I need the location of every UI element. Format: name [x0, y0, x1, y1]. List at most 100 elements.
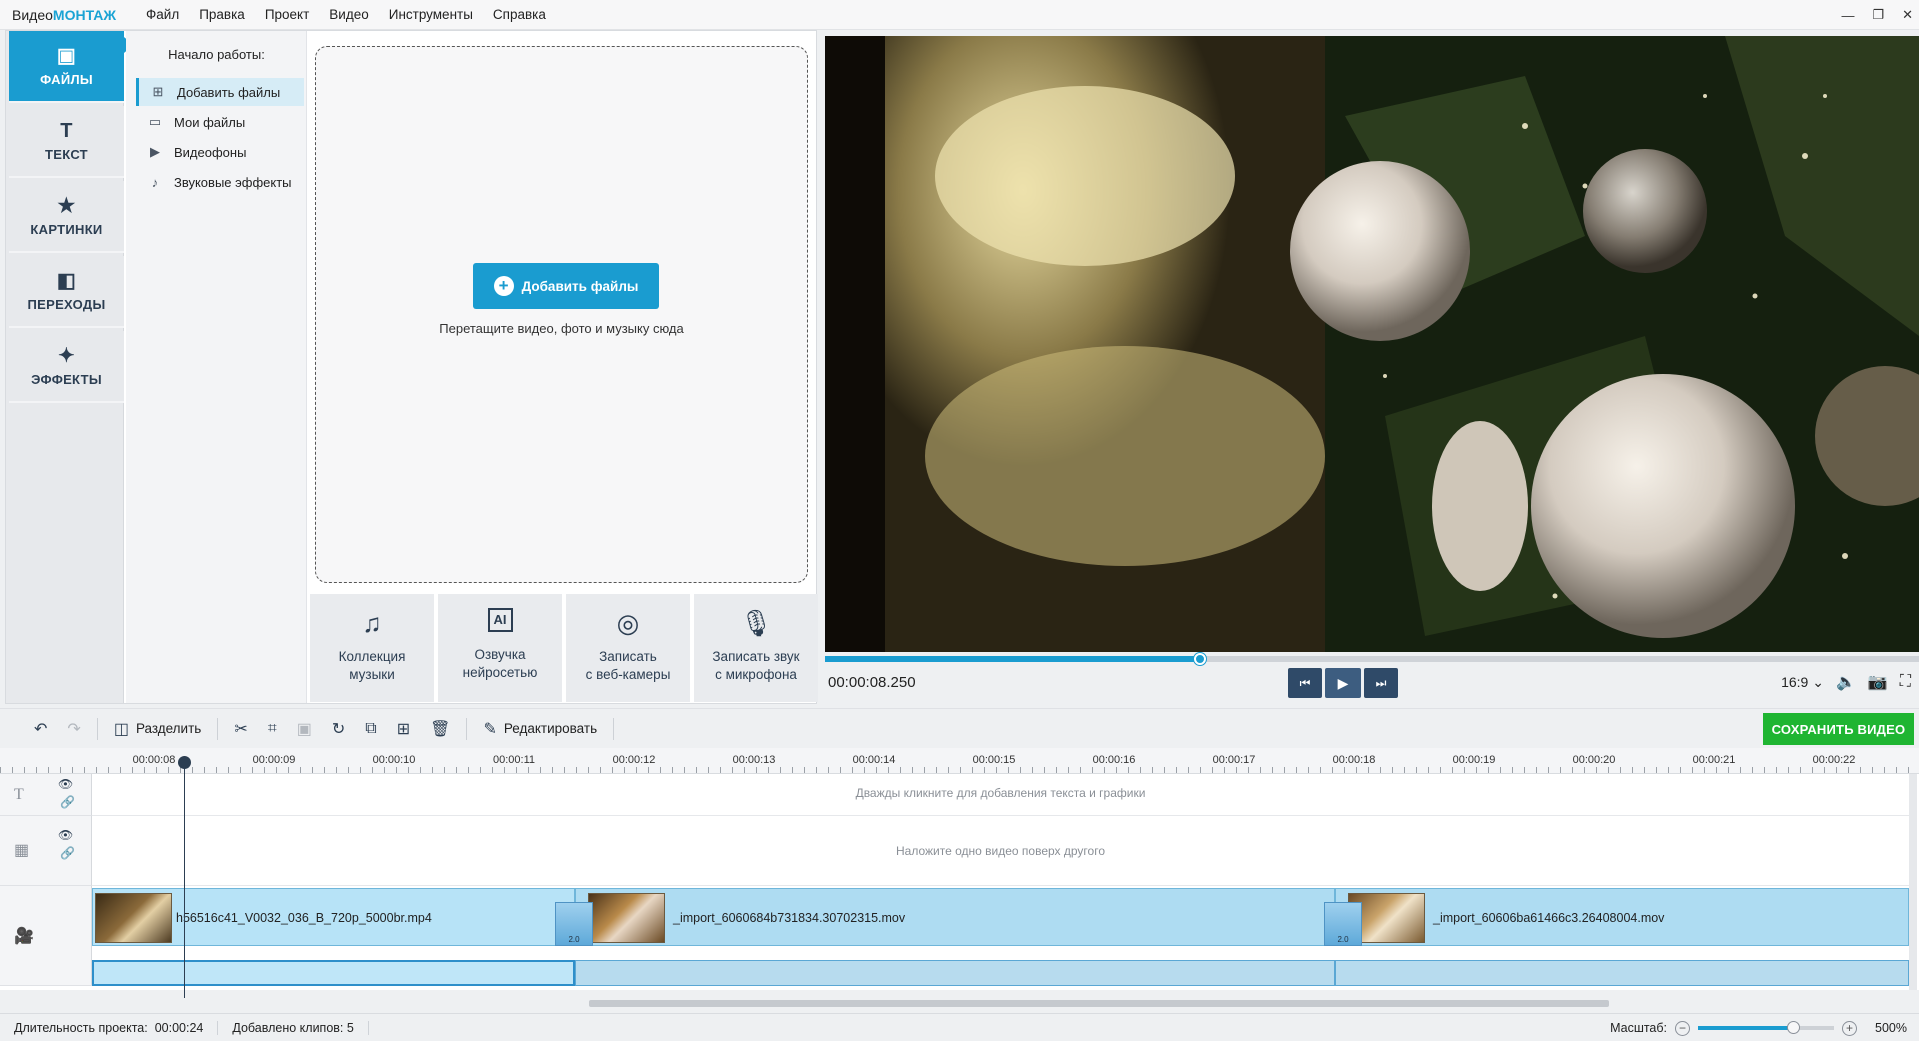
timeline-ruler[interactable]: 00:00:08 00:00:09 00:00:10 00:00:11 00:0…: [0, 748, 1919, 774]
zoom-in-icon[interactable]: +: [1842, 1020, 1858, 1036]
eye-icon[interactable]: 👁: [58, 828, 73, 842]
seek-handle[interactable]: [1194, 653, 1207, 665]
ai-chip-icon: AI: [487, 608, 513, 632]
subnav-item-video-backgrounds[interactable]: ▶ Видеофоны: [136, 138, 304, 166]
frame-button[interactable]: ▣: [287, 709, 322, 749]
add-files-button[interactable]: + Добавить файлы: [473, 263, 659, 309]
menu-file[interactable]: Файл: [136, 0, 189, 30]
pencil-icon: ✎: [483, 720, 497, 738]
tile-label-1: Записать звук: [712, 649, 800, 664]
zoom-out-icon[interactable]: −: [1675, 1020, 1691, 1036]
subnav-item-my-files[interactable]: ▭ Мои файлы: [136, 108, 304, 136]
ruler-label: 00:00:20: [1572, 754, 1616, 766]
split-label: Разделить: [135, 721, 202, 736]
tab-effects[interactable]: ✦ ЭФФЕКТЫ: [9, 331, 124, 403]
add-clip-button[interactable]: ⊞: [387, 709, 420, 749]
previous-frame-button[interactable]: ⏮: [1288, 668, 1322, 698]
menu-video[interactable]: Видео: [319, 0, 378, 30]
scissors-icon: ✂: [234, 720, 248, 738]
video-track-header: 🎥: [0, 886, 92, 986]
video-clip[interactable]: _import_6060684b731834.30702315.mov: [575, 888, 1335, 946]
video-clip[interactable]: h56516c41_V0032_036_B_720p_5000br.mp4: [92, 888, 575, 946]
link-icon[interactable]: 🔗: [60, 795, 75, 809]
tile-label-2: с микрофона: [715, 667, 797, 682]
film-strip-icon: ▦: [14, 842, 30, 859]
audio-segment[interactable]: [1335, 960, 1909, 986]
redo-button[interactable]: ↷: [57, 709, 90, 749]
preview-options: 16:9 ⌄ 🔈 📷 ⛶: [1781, 672, 1911, 692]
close-icon[interactable]: ✕: [1902, 7, 1913, 23]
zoom-slider[interactable]: [1698, 1021, 1835, 1034]
tab-text-label: ТЕКСТ: [45, 146, 88, 162]
tile-label-2: с веб-камеры: [585, 667, 671, 682]
subnav-title: Начало работы:: [168, 47, 265, 62]
subnav-item-sound-effects[interactable]: ♪ Звуковые эффекты: [136, 168, 304, 196]
restore-icon[interactable]: ❐: [1872, 7, 1884, 23]
microphone-record-button[interactable]: 🎙 Записать звук с микрофона: [694, 594, 818, 702]
tab-images[interactable]: ★ КАРТИНКИ: [9, 181, 124, 253]
playhead-handle[interactable]: [178, 756, 191, 769]
ruler-label: 00:00:17: [1212, 754, 1256, 766]
menu-edit[interactable]: Правка: [189, 0, 255, 30]
plus-icon: +: [493, 276, 514, 296]
timeline-horizontal-scrollbar[interactable]: [92, 998, 1909, 1008]
save-video-button[interactable]: СОХРАНИТЬ ВИДЕО: [1763, 713, 1914, 745]
text-track-icon: T: [14, 786, 24, 803]
text-track-lane[interactable]: Дважды кликните для добавления текста и …: [92, 774, 1909, 816]
music-collection-button[interactable]: ♫ Коллекция музыки: [310, 594, 434, 702]
seek-bar[interactable]: [825, 653, 1919, 665]
crop-button[interactable]: ⌗: [258, 709, 287, 749]
menu-tools[interactable]: Инструменты: [379, 0, 483, 30]
zoom-slider-handle[interactable]: [1787, 1021, 1801, 1034]
app-title: ВидеоМОНТАЖ: [12, 6, 117, 23]
next-frame-button[interactable]: ⏭: [1364, 668, 1398, 698]
timeline-vertical-scrollbar[interactable]: [1909, 774, 1917, 990]
menu-help[interactable]: Справка: [483, 0, 556, 30]
tab-transitions[interactable]: ◧ ПЕРЕХОДЫ: [9, 256, 124, 328]
rotate-button[interactable]: ↻: [322, 709, 355, 749]
edit-button[interactable]: ✎ Редактировать: [473, 709, 607, 749]
playhead-line: [184, 756, 185, 998]
audio-segment[interactable]: [575, 960, 1335, 986]
video-clip[interactable]: _import_60606ba61466c3.26408004.mov: [1335, 888, 1909, 946]
play-button[interactable]: ▶: [1325, 668, 1361, 698]
scrollbar-thumb[interactable]: [589, 1000, 1609, 1007]
transition-marker[interactable]: 2.0: [555, 902, 593, 946]
ruler-ticks: [0, 767, 1919, 773]
transition-marker[interactable]: 2.0: [1324, 902, 1362, 946]
snapshot-camera-icon[interactable]: 📷: [1868, 672, 1888, 692]
split-button[interactable]: ◫ Разделить: [104, 709, 212, 749]
overlay-track-lane[interactable]: Наложите одно видео поверх другого: [92, 816, 1909, 886]
ruler-label: 00:00:18: [1332, 754, 1376, 766]
eye-icon[interactable]: 👁: [58, 777, 73, 791]
replace-button[interactable]: ⧉: [355, 709, 386, 749]
video-preview[interactable]: [825, 36, 1919, 652]
tile-label-2: музыки: [349, 667, 395, 682]
aspect-ratio-select[interactable]: 16:9 ⌄: [1781, 674, 1824, 691]
edit-toolbar: ↶ ↷ ◫ Разделить ✂ ⌗ ▣ ↻ ⧉ ⊞ 🗑 ✎ Редактиров…: [0, 708, 1919, 748]
cut-button[interactable]: ✂: [224, 709, 257, 749]
overlay-track-header: ▦ 👁 🔗: [0, 816, 92, 886]
audio-track-lane[interactable]: [92, 960, 1909, 986]
volume-icon[interactable]: 🔈: [1836, 672, 1856, 692]
undo-button[interactable]: ↶: [0, 709, 57, 749]
webcam-record-button[interactable]: ◎ Записать с веб-камеры: [566, 594, 690, 702]
minimize-icon[interactable]: —: [1841, 8, 1854, 23]
subnav-item-add-files[interactable]: ⊞ Добавить файлы: [136, 78, 304, 106]
transport-controls: ⏮ ▶ ⏭: [1288, 668, 1398, 698]
delete-button[interactable]: 🗑: [420, 709, 460, 749]
link-icon[interactable]: 🔗: [60, 846, 75, 860]
file-dropzone[interactable]: + Добавить файлы Перетащите видео, фото …: [315, 46, 808, 583]
tab-files[interactable]: ▣ ФАЙЛЫ: [9, 31, 133, 103]
audio-segment[interactable]: [92, 960, 575, 986]
project-duration: Длительность проекта: 00:00:24: [0, 1020, 219, 1035]
menu-project[interactable]: Проект: [255, 0, 319, 30]
text-track-hint: Дважды кликните для добавления текста и …: [855, 786, 1146, 800]
fullscreen-icon[interactable]: ⛶: [1900, 673, 1911, 691]
ai-voiceover-button[interactable]: AI Озвучка нейросетью: [438, 594, 562, 702]
ruler-label: 00:00:10: [372, 754, 416, 766]
subnav-item-label: Звуковые эффекты: [174, 174, 292, 190]
tab-text[interactable]: T ТЕКСТ: [9, 106, 124, 178]
dropzone-hint: Перетащите видео, фото и музыку сюда: [439, 321, 684, 336]
star-icon: ★: [57, 194, 76, 217]
